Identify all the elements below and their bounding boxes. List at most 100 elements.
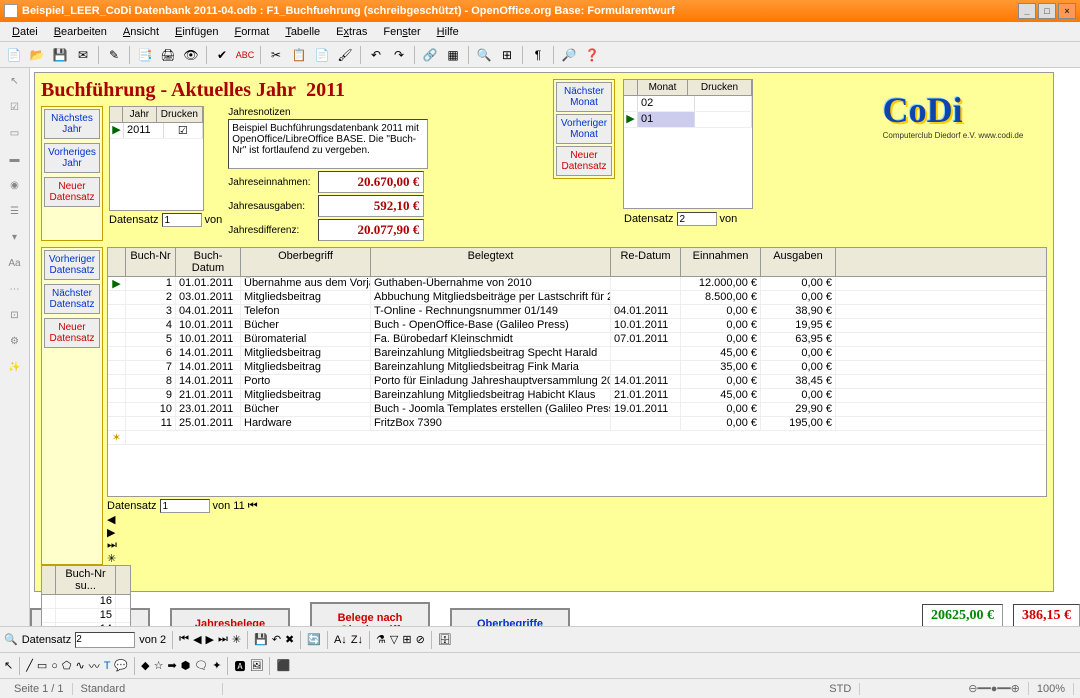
new-year-record-button[interactable]: Neuer Datensatz bbox=[44, 177, 100, 207]
next-record-button[interactable]: Nächster Datensatz bbox=[44, 284, 100, 314]
shapes-tool-icon[interactable]: ◆ bbox=[141, 659, 149, 672]
text-tool-icon[interactable]: T bbox=[104, 660, 111, 672]
minimize-button[interactable]: _ bbox=[1018, 3, 1036, 19]
nonprint-icon[interactable]: ¶ bbox=[528, 45, 548, 65]
table-row[interactable]: 814.01.2011PortoPorto für Einladung Jahr… bbox=[108, 375, 1046, 389]
from-file-icon[interactable]: 🖼 bbox=[249, 659, 263, 672]
next-icon[interactable]: ▶ bbox=[206, 633, 214, 646]
find-icon[interactable]: 🔍 bbox=[4, 633, 18, 646]
col-ausgaben[interactable]: Ausgaben bbox=[761, 248, 836, 276]
col-einnahmen[interactable]: Einnahmen bbox=[681, 248, 761, 276]
table-row[interactable]: ▶101.01.2011Übernahme aus dem VorjahrGut… bbox=[108, 277, 1046, 291]
prev-icon[interactable]: ◀ bbox=[193, 633, 201, 646]
sort-desc-icon[interactable]: Z↓ bbox=[351, 634, 363, 646]
ellipse-tool-icon[interactable]: ○ bbox=[51, 660, 58, 672]
edit-icon[interactable]: ✎ bbox=[104, 45, 124, 65]
pdf-icon[interactable]: 📑 bbox=[135, 45, 155, 65]
prev-month-button[interactable]: Vorheriger Monat bbox=[556, 114, 612, 144]
brush-icon[interactable]: 🖌 bbox=[335, 45, 355, 65]
menu-ansicht[interactable]: Ansicht bbox=[115, 24, 167, 40]
callouts-tool-icon[interactable]: 🗨 bbox=[194, 659, 208, 672]
filter-icon[interactable]: ⚗ bbox=[376, 633, 386, 646]
prev-record-button[interactable]: Vorheriger Datensatz bbox=[44, 250, 100, 280]
copy-icon[interactable]: 📋 bbox=[289, 45, 309, 65]
main-data-table[interactable]: Buch-Nr Buch-Datum Oberbegriff Belegtext… bbox=[107, 247, 1047, 497]
col-buchdatum[interactable]: Buch-Datum bbox=[176, 248, 241, 276]
ds-value-input[interactable] bbox=[162, 213, 202, 227]
col-buchnr[interactable]: Buch-Nr bbox=[126, 248, 176, 276]
prev-year-button[interactable]: Vorheriges Jahr bbox=[44, 143, 100, 173]
navigator-icon[interactable]: ⊞ bbox=[497, 45, 517, 65]
preview-icon[interactable]: 👁 bbox=[181, 45, 201, 65]
abc-icon[interactable]: ABC bbox=[235, 45, 255, 65]
notes-textarea[interactable]: Beispiel Buchführungsdatenbank 2011 mit … bbox=[228, 119, 428, 169]
table-row[interactable]: 15 bbox=[42, 609, 130, 623]
filter-form-icon[interactable]: ⊞ bbox=[402, 633, 411, 646]
last-icon[interactable]: ⏭ bbox=[218, 633, 228, 646]
mail-icon[interactable]: ✉ bbox=[73, 45, 93, 65]
year-grid[interactable]: Jahr Drucken ▶ 2011 ☑ bbox=[109, 106, 204, 211]
delete-rec-icon[interactable]: ✖ bbox=[285, 633, 294, 646]
table-row[interactable]: 614.01.2011MitgliedsbeitragBareinzahlung… bbox=[108, 347, 1046, 361]
symbols-tool-icon[interactable]: ☆ bbox=[154, 659, 164, 672]
col-buchnr-su[interactable]: Buch-Nr su... bbox=[56, 566, 116, 594]
maximize-button[interactable]: □ bbox=[1038, 3, 1056, 19]
menu-fenster[interactable]: Fenster bbox=[375, 24, 428, 40]
sort-asc-icon[interactable]: A↓ bbox=[334, 634, 347, 646]
callout-tool-icon[interactable]: 💬 bbox=[114, 659, 128, 672]
spellcheck-icon[interactable]: ✔ bbox=[212, 45, 232, 65]
menu-bearbeiten[interactable]: Bearbeiten bbox=[46, 24, 115, 40]
next-year-button[interactable]: Nächstes Jahr bbox=[44, 109, 100, 139]
undo-icon[interactable]: ↶ bbox=[366, 45, 386, 65]
menu-format[interactable]: Format bbox=[226, 24, 277, 40]
find-icon[interactable]: 🔍 bbox=[474, 45, 494, 65]
table-row[interactable]: 510.01.2011BüromaterialFa. Bürobedarf Kl… bbox=[108, 333, 1046, 347]
new-record-button[interactable]: Neuer Datensatz bbox=[44, 318, 100, 348]
next-record-icon[interactable]: ▶ bbox=[107, 526, 1047, 539]
table-row[interactable]: 203.01.2011MitgliedsbeitragAbbuchung Mit… bbox=[108, 291, 1046, 305]
textbox-tool-icon[interactable]: ▭ bbox=[6, 124, 24, 142]
table-row[interactable]: 1125.01.2011HardwareFritzBox 73900,00 €1… bbox=[108, 417, 1046, 431]
next-month-button[interactable]: Nächster Monat bbox=[556, 82, 612, 112]
belege-oberbegriff-button[interactable]: Belege nach Oberbegriff drucken bbox=[310, 602, 430, 626]
option-tool-icon[interactable]: ◉ bbox=[6, 176, 24, 194]
save-icon[interactable]: 💾 bbox=[50, 45, 70, 65]
listbox-tool-icon[interactable]: ☰ bbox=[6, 202, 24, 220]
fontwork-icon[interactable]: 🅰 bbox=[234, 658, 245, 674]
label-tool-icon[interactable]: Aa bbox=[6, 254, 24, 272]
table-row[interactable]: 921.01.2011MitgliedsbeitragBareinzahlung… bbox=[108, 389, 1046, 403]
menu-extras[interactable]: Extras bbox=[328, 24, 375, 40]
summary-table[interactable]: Buch-Nr su... 16151413121110987654321 bbox=[41, 565, 131, 626]
save-rec-icon[interactable]: 💾 bbox=[254, 633, 268, 646]
form-nav-icon[interactable]: ⊡ bbox=[6, 306, 24, 324]
menu-datei[interactable]: Datei bbox=[4, 24, 46, 40]
table-icon[interactable]: ▦ bbox=[443, 45, 463, 65]
curve-tool-icon[interactable]: ∿ bbox=[75, 659, 84, 672]
print-checkbox[interactable]: ☑ bbox=[164, 123, 204, 138]
flowchart-tool-icon[interactable]: ⬢ bbox=[181, 659, 191, 672]
col-oberbegriff[interactable]: Oberbegriff bbox=[241, 248, 371, 276]
bottom-record-input[interactable] bbox=[75, 632, 135, 648]
combo-tool-icon[interactable]: ▾ bbox=[6, 228, 24, 246]
new-icon[interactable]: 📄 bbox=[4, 45, 24, 65]
zoom-slider[interactable]: ⊖━━●━━⊕ bbox=[960, 682, 1029, 695]
checkbox-tool-icon[interactable]: ☑ bbox=[6, 98, 24, 116]
stars-tool-icon[interactable]: ✦ bbox=[212, 659, 221, 672]
redo-icon[interactable]: ↷ bbox=[389, 45, 409, 65]
table-row[interactable]: 714.01.2011MitgliedsbeitragBareinzahlung… bbox=[108, 361, 1046, 375]
table-row[interactable]: 410.01.2011BücherBuch - OpenOffice-Base … bbox=[108, 319, 1046, 333]
cut-icon[interactable]: ✂ bbox=[266, 45, 286, 65]
remove-filter-icon[interactable]: ⊘ bbox=[416, 633, 425, 646]
freeform-tool-icon[interactable]: 〰 bbox=[89, 658, 100, 674]
arrows-tool-icon[interactable]: ➡ bbox=[167, 659, 176, 672]
oberbegriffe-button[interactable]: Oberbegriffe bearbeiten bbox=[450, 608, 570, 626]
menu-tabelle[interactable]: Tabelle bbox=[277, 24, 328, 40]
polygon-tool-icon[interactable]: ⬠ bbox=[62, 659, 72, 672]
year-cell[interactable]: 2011 bbox=[124, 123, 164, 138]
more-tool-icon[interactable]: ⋯ bbox=[6, 280, 24, 298]
last-record-icon[interactable]: ⏭ bbox=[107, 539, 1047, 552]
datasource-icon[interactable]: 🗄 bbox=[438, 633, 452, 646]
first-icon[interactable]: ⏮ bbox=[179, 633, 189, 646]
line-tool-icon[interactable]: ╱ bbox=[26, 659, 33, 672]
undo-rec-icon[interactable]: ↶ bbox=[272, 633, 281, 646]
